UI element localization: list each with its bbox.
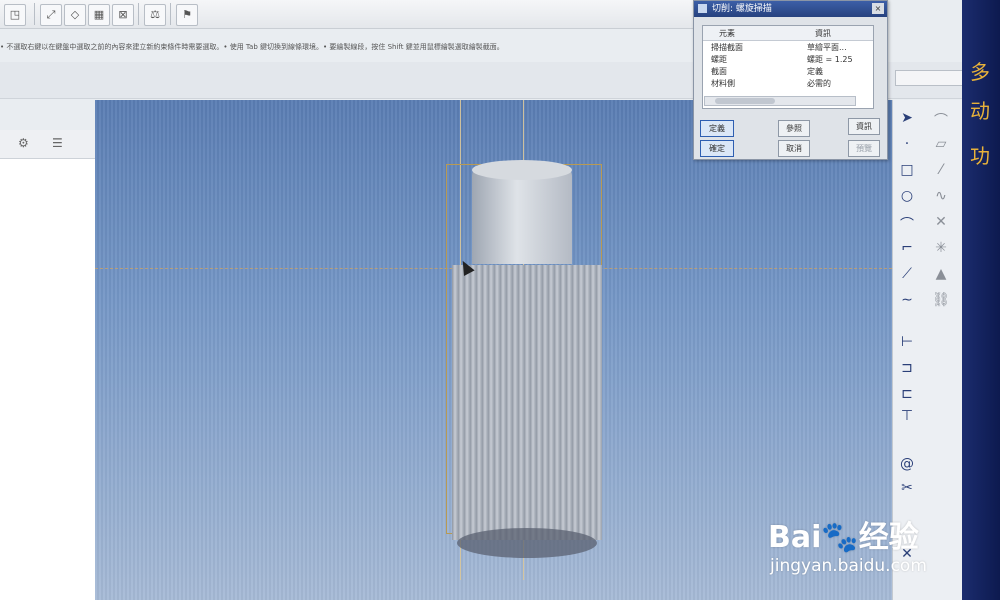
element-info: 螺距 = 1.25 (807, 55, 853, 64)
coordinate-icon[interactable]: ✳ (929, 240, 953, 256)
toolbar-separator (138, 3, 139, 25)
column-header: 資訊 (815, 29, 831, 38)
sketch-tool-row: @ (893, 454, 963, 476)
element-info: 必需的 (807, 79, 831, 88)
sketch-tool-row: ✂ (893, 478, 963, 500)
element-name: 截面 (711, 67, 727, 76)
dialog-titlebar: 切削: 螺旋掃描 × (694, 1, 887, 17)
message-area: • 不選取右鍵以在鍵盤中選取之前的內容來建立新約束條件時需要選取。• 使用 Ta… (0, 43, 504, 51)
rectangle-icon[interactable]: □ (895, 162, 919, 178)
main-toolbar: ◳ ⤢ ◇ ▦ ⊠ ⚖ ⚑ (0, 0, 700, 29)
constraint-tool-icon[interactable]: ⊏ (895, 386, 919, 402)
palette-sketch-icon[interactable]: ▲ (929, 266, 953, 282)
fillet-icon[interactable]: ⌐ (895, 240, 919, 256)
baidu-watermark: Bai🐾经验 jingyan.baidu.com (768, 508, 958, 588)
table-row[interactable]: 截面 定義 (703, 66, 873, 78)
scroll-thumb[interactable] (715, 98, 775, 104)
dimension-icon[interactable]: ◇ (64, 4, 86, 26)
part-body[interactable] (452, 265, 602, 540)
watermark-url: jingyan.baidu.com (770, 556, 927, 576)
edge-glyph: 功 (970, 144, 990, 168)
ok-button[interactable]: 確定 (700, 140, 734, 157)
element-name: 材料側 (711, 79, 735, 88)
palette-icon[interactable]: ▦ (88, 4, 110, 26)
sketch-tool-row: ⊢ (893, 332, 963, 354)
element-info: 草繪平面... (807, 43, 847, 52)
spline-curve-icon[interactable]: ∼ (895, 292, 919, 308)
close-icon[interactable]: × (872, 3, 884, 14)
parallelogram-icon[interactable]: ▱ (929, 136, 953, 152)
dialog-title: 切削: 螺旋掃描 (712, 4, 772, 14)
tree-settings-icon[interactable]: ⚙ (18, 136, 29, 150)
chamfer-icon[interactable]: ⌒ (929, 110, 953, 130)
modify-icon[interactable]: ⊐ (895, 360, 919, 376)
arc-icon[interactable]: ⌒ (895, 214, 919, 234)
sketch-tool-row: · ▱ (893, 134, 963, 156)
part-bottom-shadow (457, 528, 597, 558)
model-tree-header: ⚙ ☰ (0, 130, 95, 159)
table-row[interactable]: 掃描截面 草繪平面... (703, 42, 873, 54)
helical-sweep-dialog: 切削: 螺旋掃描 × 元素 資訊 掃描截面 草繪平面... 螺距 螺距 = 1.… (693, 0, 888, 160)
trim-icon[interactable]: ✂ (895, 480, 919, 496)
flag-icon[interactable]: ⚑ (176, 4, 198, 26)
edge-glyph: 动 (970, 99, 990, 123)
point-x-icon[interactable]: ✕ (929, 214, 953, 230)
sketch-tool-row: ⟋ ▲ (893, 264, 963, 286)
preview-button[interactable]: 預覽 (848, 140, 880, 157)
column-header: 元素 (719, 29, 735, 38)
sketch-tool-row: ⊤ (893, 406, 963, 428)
select-arrow-icon[interactable]: ➤ (895, 110, 919, 126)
dimension-tool-icon[interactable]: ⊢ (895, 334, 919, 350)
table-row[interactable]: 材料側 必需的 (703, 78, 873, 90)
define-button[interactable]: 定義 (700, 120, 734, 137)
line-icon[interactable]: ⁄ (929, 162, 953, 178)
sketch-tool-row: ○ ∿ (893, 186, 963, 208)
filter-icon[interactable]: ⊠ (112, 4, 134, 26)
sketch-tool-row: □ ⁄ (893, 160, 963, 182)
toolbar-separator (170, 3, 171, 25)
text-tool-icon[interactable]: ⊤ (895, 408, 919, 424)
desktop-edge: 多 功 动 (962, 0, 1000, 600)
references-button[interactable]: 參照 (778, 120, 810, 137)
chain-icon[interactable]: ⛓ (929, 292, 953, 308)
part-neck-top (472, 160, 572, 180)
point-icon[interactable]: · (895, 136, 919, 152)
sketch-tool-row: ⌒ ✕ (893, 212, 963, 234)
table-header: 元素 資訊 (703, 26, 873, 41)
tree-columns-icon[interactable]: ☰ (52, 136, 63, 150)
offset-icon[interactable]: ⟋ (895, 266, 919, 282)
element-name: 掃描截面 (711, 43, 743, 52)
constraint-icon[interactable]: ⤢ (40, 4, 62, 26)
sketch-tool-row: ⌐ ✳ (893, 238, 963, 260)
selection-filter-dropdown[interactable] (895, 70, 967, 86)
sketch-view-icon[interactable]: ◳ (4, 4, 26, 26)
toolbar-separator (34, 3, 35, 25)
spline-icon[interactable]: ∿ (929, 188, 953, 204)
sketch-tool-row: ∼ ⛓ (893, 290, 963, 312)
cancel-button[interactable]: 取消 (778, 140, 810, 157)
dialog-app-icon (698, 4, 707, 13)
sketch-tool-row: ⊐ (893, 358, 963, 380)
info-button[interactable]: 資訊 (848, 118, 880, 135)
table-scrollbar[interactable] (704, 96, 856, 106)
sketch-tool-row: ➤ ⌒ (893, 108, 963, 130)
model-tree-panel: ⚙ ☰ (0, 130, 96, 600)
analysis-icon[interactable]: ⚖ (144, 4, 166, 26)
watermark-logo: Bai🐾经验 (768, 520, 919, 555)
table-row[interactable]: 螺距 螺距 = 1.25 (703, 54, 873, 66)
palette-tool-icon[interactable]: @ (895, 456, 919, 472)
edge-glyph: 多 (970, 60, 990, 84)
element-info: 定義 (807, 67, 823, 76)
circle-icon[interactable]: ○ (895, 188, 919, 204)
element-name: 螺距 (711, 55, 727, 64)
sketch-tool-row: ⊏ (893, 384, 963, 406)
